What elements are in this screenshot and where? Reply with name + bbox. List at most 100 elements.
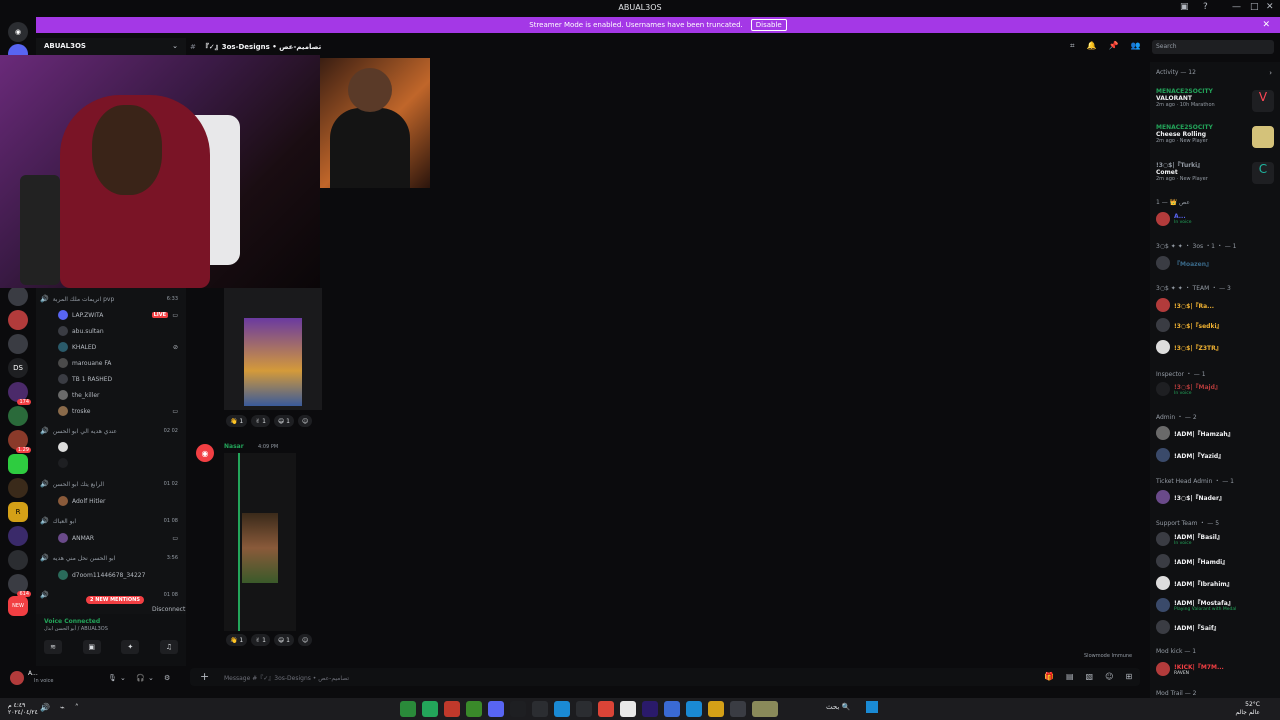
member-item[interactable]: !ADM|『Hamzah』 [1156, 424, 1278, 442]
app-icon[interactable] [576, 701, 592, 717]
chrome-icon[interactable] [598, 701, 614, 717]
disconnect-label[interactable]: Disconnect [152, 606, 185, 613]
premiere-icon[interactable] [642, 701, 658, 717]
minimize-button[interactable]: — [1232, 2, 1241, 12]
member-item[interactable]: !3○$|『Z3TR』 [1156, 338, 1278, 356]
member-item[interactable]: !3○$|『Ra... [1156, 296, 1278, 314]
pin-icon[interactable]: 📌 [1108, 41, 1118, 51]
app-icon[interactable] [620, 701, 636, 717]
maximize-button[interactable]: □ [1250, 2, 1259, 12]
member-item[interactable]: !3○$|『Majd』 In voice [1156, 380, 1278, 398]
gift-icon[interactable]: 🎁 [1044, 672, 1054, 681]
activity-card[interactable]: MENACE2SOCITY VALORANT 2m ago · 10h Mara… [1156, 88, 1276, 122]
voice-user[interactable]: TB 1 RASHED [58, 372, 182, 386]
member-item[interactable]: !ADM|『Saif』 [1156, 618, 1278, 636]
add-reaction-icon[interactable]: ☺ [297, 415, 313, 427]
server-icon[interactable]: 174 [8, 382, 31, 405]
server-icon[interactable] [8, 550, 28, 570]
server-icon[interactable] [8, 310, 28, 330]
sticker-icon[interactable]: ▧ [1086, 672, 1094, 681]
member-item[interactable]: !KICK|『M7M... RAVEN [1156, 660, 1278, 678]
taskbar-search[interactable]: بحث 🔍 [826, 703, 850, 711]
server-icon[interactable]: 614 [8, 574, 31, 597]
server-icon[interactable] [8, 478, 28, 498]
voice-channel[interactable]: 🔊 الرابع يتك ابو الحسن 01 02 [40, 478, 182, 490]
gif-icon[interactable]: ▤ [1066, 672, 1074, 681]
chevron-down-icon[interactable]: ⌄ [120, 674, 126, 682]
member-item[interactable]: !ADM|『Hamdi』 [1156, 552, 1278, 570]
chevron-down-icon[interactable]: ⌄ [172, 42, 178, 50]
message-author[interactable]: Nasar [224, 443, 244, 450]
search-input[interactable]: Search [1152, 40, 1274, 54]
app-icon[interactable] [400, 701, 416, 717]
settings-gear-icon[interactable]: ⚙ [164, 674, 170, 682]
member-item[interactable]: !3○$|『sedki』 [1156, 316, 1278, 334]
member-item[interactable]: A... In voice [1156, 210, 1278, 228]
author-avatar[interactable]: ◉ [196, 444, 214, 462]
voice-user[interactable]: abu.sultan [58, 324, 182, 338]
video-attachment[interactable] [224, 453, 296, 631]
reaction[interactable]: 👋 1 [226, 415, 248, 427]
message-composer[interactable]: + Message #『✓』3os-Designs • تصاميم-عص [190, 668, 1140, 686]
screen-share-icon[interactable]: ▣ [82, 640, 101, 654]
reaction[interactable]: ✌ 1 [251, 415, 270, 427]
app-icon[interactable] [730, 701, 746, 717]
app-icon[interactable] [752, 701, 778, 717]
server-r-icon[interactable]: R [8, 502, 28, 522]
new-unreads-pill[interactable]: NEW [8, 596, 28, 616]
member-item[interactable]: 『Moazen』 [1156, 254, 1278, 272]
reaction[interactable]: ✌ 1 [251, 634, 270, 646]
emoji-icon[interactable]: ☺ [1105, 672, 1113, 681]
headphones-icon[interactable]: 🎧 [136, 674, 145, 682]
server-icon[interactable] [8, 454, 28, 474]
avatar[interactable] [10, 671, 24, 685]
member-item[interactable]: !ADM|『Mostafa』 Playing Valorant with Meda… [1156, 596, 1278, 614]
voice-user[interactable]: troske ▭ [58, 404, 182, 418]
voice-user[interactable]: marouane FA [58, 356, 182, 370]
reaction[interactable]: 😄 1 [273, 634, 294, 646]
windows-start-icon[interactable] [866, 701, 878, 713]
add-reaction-icon[interactable]: ☺ [297, 634, 313, 646]
app-icon[interactable] [422, 701, 438, 717]
server-icon[interactable] [8, 286, 28, 306]
member-item[interactable]: !ADM|『Basil』 In voice [1156, 530, 1278, 548]
voice-user[interactable]: d7oom11446678_34227 [58, 568, 182, 582]
new-mentions-pill[interactable]: 2 NEW MENTIONS [86, 596, 144, 604]
file-explorer-icon[interactable] [708, 701, 724, 717]
voice-user[interactable] [58, 440, 182, 454]
microphone-icon[interactable]: 🎙 [108, 674, 117, 682]
apps-icon[interactable]: ⊞ [1125, 672, 1132, 681]
server-icon[interactable]: 1.29 [8, 430, 31, 453]
member-list-icon[interactable]: 👥 [1130, 41, 1140, 51]
server-icon[interactable] [8, 334, 28, 354]
chevron-up-icon[interactable]: ˄ [75, 703, 79, 712]
app-icon[interactable] [444, 701, 460, 717]
voice-user[interactable]: the_killer [58, 388, 182, 402]
server-header[interactable]: ABUAL3OS ⌄ [36, 38, 186, 54]
app-icon[interactable] [510, 701, 526, 717]
server-ds-icon[interactable]: DS [8, 358, 28, 378]
app-icon[interactable] [686, 701, 702, 717]
voice-user[interactable]: Adolf Hitler [58, 494, 182, 508]
app-icon[interactable] [664, 701, 680, 717]
threads-icon[interactable]: ⌗ [1070, 41, 1075, 51]
voice-user[interactable]: ANMAR ▭ [58, 531, 182, 545]
discord-home-icon[interactable]: ◉ [8, 22, 28, 42]
volume-icon[interactable]: 🔊 [40, 703, 50, 712]
notification-bell-icon[interactable]: 🔔 [1087, 41, 1097, 51]
disable-streamer-button[interactable]: Disable [750, 19, 787, 31]
help-icon[interactable]: ? [1203, 2, 1208, 12]
voice-connected-label[interactable]: Voice Connected [44, 618, 100, 625]
voice-user[interactable]: LAP.ZWITA LIVE ▭ [58, 308, 182, 322]
app-icon[interactable] [532, 701, 548, 717]
member-item[interactable]: !ADM|『Ibrahim』 [1156, 574, 1278, 592]
server-icon[interactable] [8, 406, 28, 426]
inbox-icon[interactable]: ▣ [1180, 2, 1189, 12]
voice-user[interactable] [58, 456, 182, 470]
voice-channel[interactable]: 🔊 انريمات ملك المربة pvp 6:33 [40, 293, 182, 305]
member-item[interactable]: !3○$|『Nader』 [1156, 488, 1278, 506]
voice-user[interactable]: KHALED ⊘ [58, 340, 182, 354]
image-attachment[interactable] [224, 288, 322, 410]
activity-card[interactable]: MENACE2SOCITY Cheese Rolling 2m ago · Ne… [1156, 124, 1276, 158]
voice-channel[interactable]: 🔊 عندي هديه الي ابو الحسن 02 02 [40, 425, 182, 437]
